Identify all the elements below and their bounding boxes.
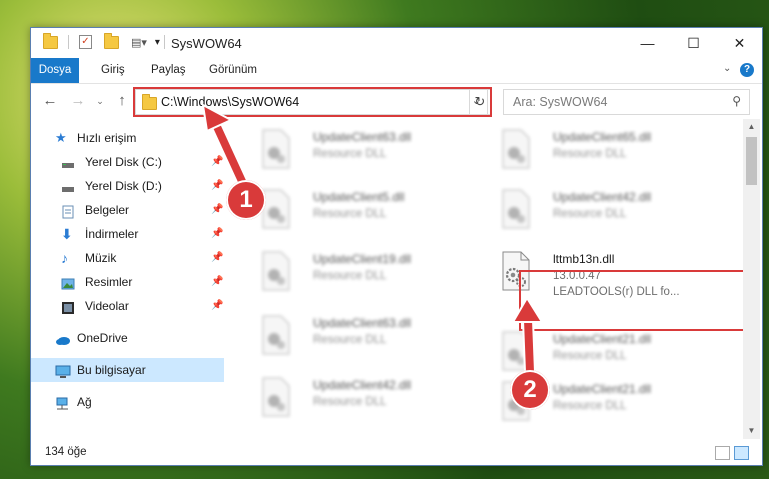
arrow-2 bbox=[511, 296, 544, 373]
annotation-layer bbox=[201, 103, 544, 373]
step-badge-1: 1 bbox=[226, 180, 266, 220]
step-badge-2: 2 bbox=[510, 370, 550, 410]
arrow-1 bbox=[201, 103, 252, 193]
